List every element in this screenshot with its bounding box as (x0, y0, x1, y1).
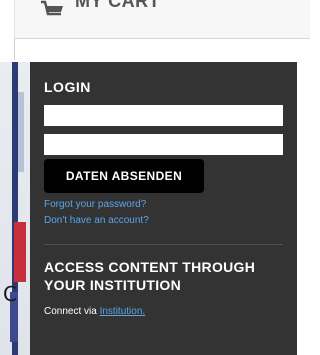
cart-icon[interactable] (39, 0, 65, 26)
cart-bar[interactable]: MY CART (14, 0, 310, 39)
username-field[interactable] (44, 105, 283, 126)
institution-link[interactable]: Institution. (100, 306, 146, 317)
login-panel: LOGIN DATEN ABSENDEN Forgot your passwor… (30, 62, 297, 355)
submit-button[interactable]: DATEN ABSENDEN (44, 159, 204, 193)
divider (14, 38, 15, 60)
connect-prefix: Connect via (44, 306, 97, 317)
password-field[interactable] (44, 134, 283, 155)
create-account-link[interactable]: Don't have an account? (44, 215, 149, 226)
forgot-password-link[interactable]: Forgot your password? (44, 199, 146, 210)
hero-partial-text: C (3, 282, 17, 306)
institution-title: ACCESS CONTENT THROUGH YOUR INSTITUTION (44, 259, 256, 293)
login-title: LOGIN (44, 79, 91, 95)
cart-label[interactable]: MY CART (75, 0, 160, 12)
institution-connect: Connect via Institution. (44, 306, 145, 317)
section-divider (44, 244, 283, 245)
